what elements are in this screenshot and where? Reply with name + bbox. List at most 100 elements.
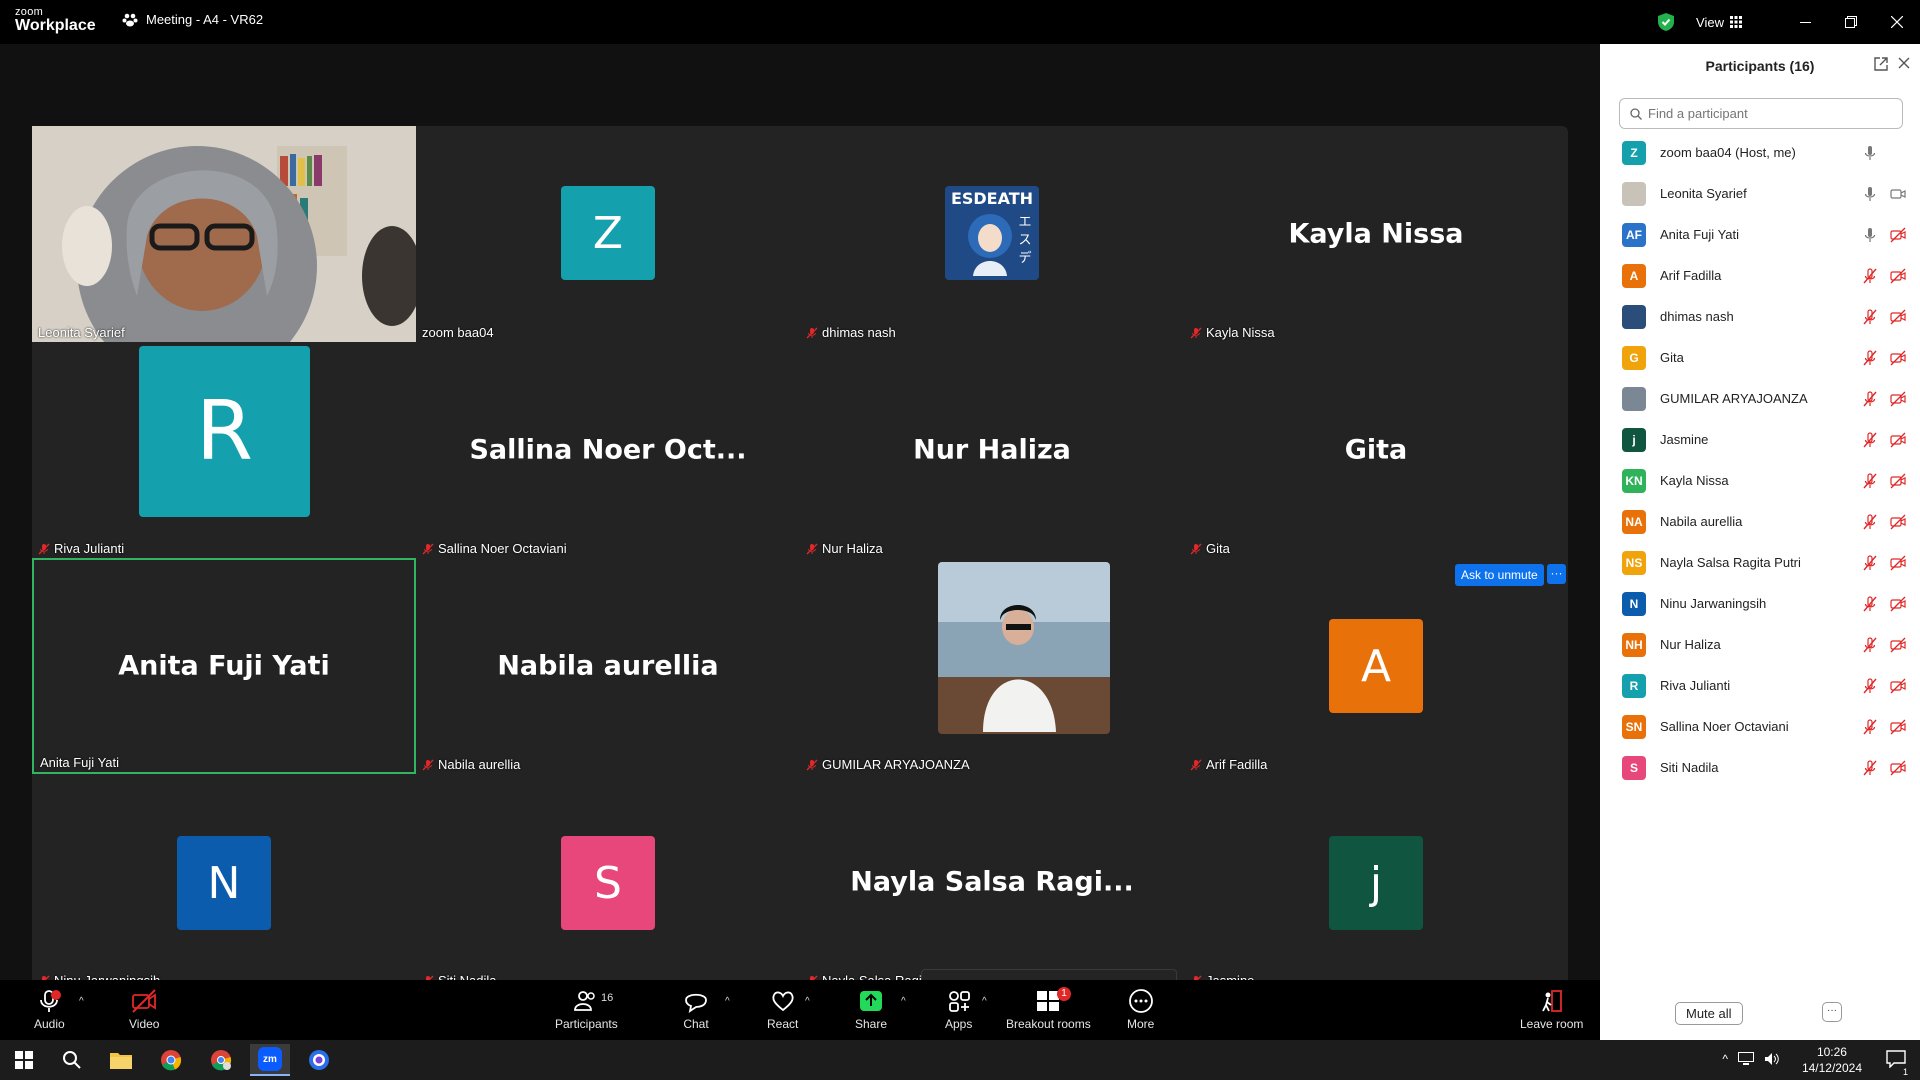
participant-row[interactable]: N Ninu Jarwaningsih [1600, 583, 1920, 624]
system-clock[interactable]: 10:26 14/12/2024 [1802, 1044, 1862, 1076]
participant-row[interactable]: Zzoom baa04 (Host, me) [1600, 132, 1920, 173]
video-label: Video [129, 1017, 160, 1031]
video-off-icon [1890, 637, 1906, 652]
participant-row[interactable]: GUMILAR ARYAJOANZA [1600, 378, 1920, 419]
search-icon [1630, 107, 1642, 120]
show-hidden-icons-chevron-icon[interactable]: ^ [1722, 1052, 1728, 1066]
chrome-profile-icon [211, 1050, 232, 1071]
tile-gita[interactable]: Gita Gita [1184, 342, 1568, 558]
participant-row[interactable]: j Jasmine [1600, 419, 1920, 460]
participant-avatar: NS [1622, 550, 1646, 575]
breakout-rooms-button[interactable]: Breakout rooms [1006, 988, 1091, 1031]
participant-row[interactable]: A Arif Fadilla [1600, 255, 1920, 296]
network-icon[interactable] [1738, 1052, 1754, 1066]
audio-options-chevron-icon[interactable]: ^ [79, 996, 84, 1007]
participant-avatar: N [1622, 591, 1646, 616]
close-panel-icon[interactable] [1898, 57, 1910, 69]
tile-more-button[interactable]: ··· [1547, 564, 1566, 584]
participant-row[interactable]: G Gita [1600, 337, 1920, 378]
tile-nayla-salsa[interactable]: Nayla Salsa Ragi... Nayla Salsa Ragi [800, 774, 1184, 990]
search-taskbar-button[interactable] [52, 1044, 92, 1076]
tile-gumilar-aryajoanza[interactable]: GUMILAR ARYAJOANZA [800, 558, 1184, 774]
microphone-icon [1864, 186, 1876, 201]
app-taskbar-button[interactable] [299, 1044, 339, 1076]
volume-icon[interactable] [1764, 1052, 1780, 1066]
view-button[interactable]: View [1696, 15, 1742, 30]
participant-row[interactable]: R Riva Julianti [1600, 665, 1920, 706]
more-options-icon [1128, 989, 1153, 1013]
no-camera-spacer-icon [1890, 145, 1906, 161]
participant-status-icons [1862, 636, 1906, 653]
tile-nabila-aurellia[interactable]: Nabila aurellia Nabila aurellia [416, 558, 800, 774]
chat-button[interactable]: Chat [683, 988, 709, 1031]
clock-time: 10:26 [1816, 1045, 1847, 1059]
react-button[interactable]: React [767, 988, 798, 1031]
share-button[interactable]: Share [855, 988, 887, 1031]
gallery-grid: Leonita Syarief Z zoom baa04 ESDEATH エ ス… [32, 126, 1568, 990]
participant-row[interactable]: NA Nabila aurellia [1600, 501, 1920, 542]
meeting-title[interactable]: Meeting - A4 - VR62 [122, 12, 263, 27]
participant-name: GUMILAR ARYAJOANZA [822, 757, 970, 772]
chrome-button[interactable] [151, 1044, 191, 1076]
tile-sallina-noer-octaviani[interactable]: Sallina Noer Oct... Sallina Noer Octavia… [416, 342, 800, 558]
chrome-profile-button[interactable] [201, 1044, 241, 1076]
ask-to-unmute-button[interactable]: Ask to unmute [1455, 564, 1544, 586]
participant-row[interactable]: KN Kayla Nissa [1600, 460, 1920, 501]
participant-row[interactable]: Leonita Syarief [1600, 173, 1920, 214]
participant-row[interactable]: S Siti Nadila [1600, 747, 1920, 788]
start-button[interactable] [4, 1044, 44, 1076]
tile-anita-fuji-yati[interactable]: Anita Fuji Yati Anita Fuji Yati [32, 558, 416, 774]
react-options-chevron-icon[interactable]: ^ [805, 996, 810, 1007]
share-options-chevron-icon[interactable]: ^ [901, 996, 906, 1007]
pop-out-icon[interactable] [1874, 57, 1888, 71]
notifications-button[interactable]: 1 [1886, 1050, 1910, 1077]
leave-room-button[interactable]: Leave room [1520, 988, 1583, 1031]
tile-dhimas-nash[interactable]: ESDEATH エ ス デ dhimas nash [800, 126, 1184, 342]
participant-row[interactable]: SN Sallina Noer Octaviani [1600, 706, 1920, 747]
chat-icon [685, 993, 707, 1013]
more-button[interactable]: More [1127, 988, 1154, 1031]
muted-mic-icon [1863, 390, 1877, 406]
participant-name: Nur Haliza [822, 541, 883, 556]
folder-icon [110, 1053, 132, 1069]
tile-leonita-syarief[interactable]: Leonita Syarief [32, 126, 416, 342]
restore-icon [1845, 16, 1857, 28]
participant-search-input[interactable] [1648, 106, 1888, 121]
chat-options-chevron-icon[interactable]: ^ [725, 996, 730, 1007]
minimize-button[interactable] [1782, 0, 1828, 44]
tile-arif-fadilla[interactable]: A Arif Fadilla [1184, 558, 1568, 774]
video-camera-icon [1890, 188, 1906, 199]
muted-mic-icon [1863, 349, 1877, 365]
avatar-initials: NH [1625, 637, 1643, 652]
apps-button[interactable]: Apps [945, 988, 972, 1031]
participant-row[interactable]: AF Anita Fuji Yati [1600, 214, 1920, 255]
participant-name: Nabila aurellia [1660, 514, 1743, 529]
panel-title: Participants (16) [1705, 58, 1815, 74]
tile-jasmine[interactable]: j Jasmine [1184, 774, 1568, 990]
panel-footer: Mute all ··· [1600, 988, 1920, 1040]
tile-siti-nadila[interactable]: S Siti Nadila [416, 774, 800, 990]
close-window-button[interactable] [1874, 0, 1920, 44]
panel-more-button[interactable]: ··· [1822, 1002, 1842, 1022]
participant-row[interactable]: NS Nayla Salsa Ragita Putri [1600, 542, 1920, 583]
avatar-initial: j [1369, 857, 1383, 909]
restore-button[interactable] [1828, 0, 1874, 44]
mute-all-button[interactable]: Mute all [1675, 1002, 1743, 1025]
file-explorer-button[interactable] [101, 1044, 141, 1076]
muted-mic-icon [1863, 677, 1877, 693]
tile-nur-haliza[interactable]: Nur Haliza Nur Haliza [800, 342, 1184, 558]
apps-options-chevron-icon[interactable]: ^ [982, 996, 987, 1007]
tile-riva-julianti[interactable]: R Riva Julianti [32, 342, 416, 558]
participant-search[interactable] [1619, 98, 1903, 129]
audio-alert-badge [51, 990, 61, 1000]
security-shield-icon[interactable] [1658, 13, 1675, 31]
participant-row[interactable]: dhimas nash [1600, 296, 1920, 337]
participant-row[interactable]: NH Nur Haliza [1600, 624, 1920, 665]
tile-ninu-jarwaningsih[interactable]: N Ninu Jarwaningsih [32, 774, 416, 990]
tile-zoom-baa04[interactable]: Z zoom baa04 [416, 126, 800, 342]
zoom-taskbar-button[interactable]: zm [250, 1044, 290, 1076]
participant-name: Siti Nadila [1660, 760, 1719, 775]
muted-mic-icon [1190, 543, 1202, 554]
video-button[interactable]: Video [129, 988, 159, 1031]
tile-kayla-nissa[interactable]: Kayla Nissa Kayla Nissa [1184, 126, 1568, 342]
